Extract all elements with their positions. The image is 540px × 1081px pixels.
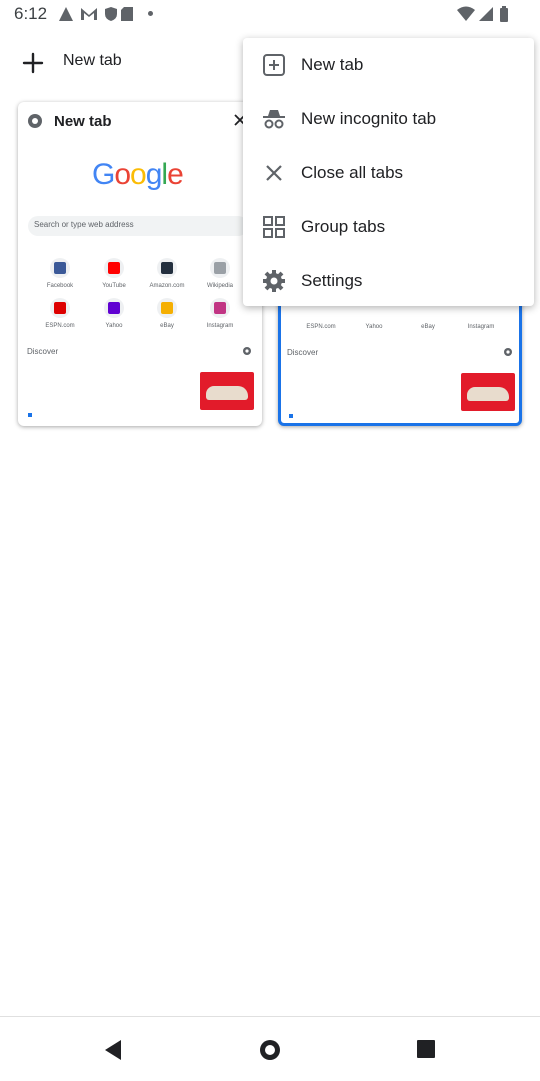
- status-bar: 6:12: [0, 0, 540, 30]
- shortcut-label: YouTube: [102, 283, 126, 289]
- shortcut-label: Facebook: [46, 283, 74, 289]
- home-icon[interactable]: [258, 1038, 282, 1062]
- system-nav-bar: [0, 1016, 540, 1081]
- shortcut-label: ESPN.com: [306, 324, 336, 330]
- battery-icon: [500, 6, 508, 22]
- yahoo-icon: [104, 298, 124, 318]
- add-tab-icon[interactable]: [20, 50, 46, 76]
- youtube-icon: [104, 258, 124, 278]
- group-tabs-icon: [263, 216, 285, 238]
- recents-icon[interactable]: [417, 1040, 435, 1058]
- sneaker-image: [200, 372, 254, 410]
- shortcut-label: ESPN.com: [45, 323, 75, 329]
- gear-icon: [504, 348, 512, 356]
- discover-label: Discover: [287, 348, 319, 357]
- search-placeholder: Search or type web address: [34, 220, 134, 229]
- ebay-icon: [157, 298, 177, 318]
- amazon-icon: [157, 258, 177, 278]
- instagram-icon: [210, 298, 230, 318]
- add-box-icon: [263, 54, 285, 76]
- shortcut-label: eBay: [160, 323, 174, 329]
- chrome-icon: [28, 114, 42, 128]
- incognito-icon: [263, 110, 285, 129]
- overflow-menu: New tab New incognito tab Close all tabs…: [243, 38, 534, 306]
- wikipedia-icon: [210, 258, 230, 278]
- close-icon: [266, 165, 282, 181]
- sd-card-icon: [121, 7, 133, 21]
- search-box-preview: Search or type web address: [28, 216, 256, 236]
- tab-card-title: New tab: [54, 113, 112, 130]
- signal-icon: [479, 7, 493, 21]
- shortcut-label: Instagram: [467, 324, 495, 330]
- progress-dot: [289, 414, 293, 418]
- menu-item-label: New tab: [301, 55, 364, 74]
- espn-icon: [50, 298, 70, 318]
- menu-item-new-tab[interactable]: New tab: [243, 38, 534, 92]
- wifi-icon: [457, 6, 475, 21]
- menu-item-close-all-tabs[interactable]: Close all tabs: [243, 146, 534, 200]
- menu-item-label: New incognito tab: [301, 109, 437, 128]
- menu-item-label: Close all tabs: [301, 163, 404, 182]
- menu-item-new-incognito-tab[interactable]: New incognito tab: [243, 92, 534, 146]
- status-time: 6:12: [14, 4, 48, 23]
- google-logo: Google: [92, 158, 184, 191]
- shortcut-label: eBay: [421, 324, 435, 330]
- menu-item-label: Group tabs: [301, 217, 386, 236]
- menu-item-group-tabs[interactable]: Group tabs: [243, 200, 534, 254]
- gear-icon: [263, 270, 285, 292]
- warning-icon: [59, 7, 73, 21]
- discover-label: Discover: [27, 347, 59, 356]
- facebook-icon: [50, 258, 70, 278]
- tab-card-header: New tab: [18, 102, 262, 140]
- menu-item-settings[interactable]: Settings: [243, 254, 534, 308]
- shortcut-label: Yahoo: [105, 323, 123, 329]
- menu-item-label: Settings: [301, 271, 363, 290]
- gmail-icon: [81, 8, 97, 20]
- shortcut-label: Yahoo: [365, 324, 383, 330]
- back-icon[interactable]: [103, 1039, 123, 1061]
- new-tab-toolbar-label[interactable]: New tab: [63, 52, 122, 70]
- shield-icon: [105, 7, 117, 21]
- progress-dot: [28, 413, 32, 417]
- shortcut-label: Instagram: [206, 323, 234, 329]
- shortcut-label: Wikipedia: [206, 283, 233, 289]
- tab-card[interactable]: New tab Google Search or type web addres…: [18, 102, 262, 426]
- gear-icon: [243, 347, 251, 355]
- sneaker-image: [461, 373, 515, 411]
- shortcut-label: Amazon.com: [149, 283, 185, 289]
- notification-dot-icon: [148, 11, 153, 16]
